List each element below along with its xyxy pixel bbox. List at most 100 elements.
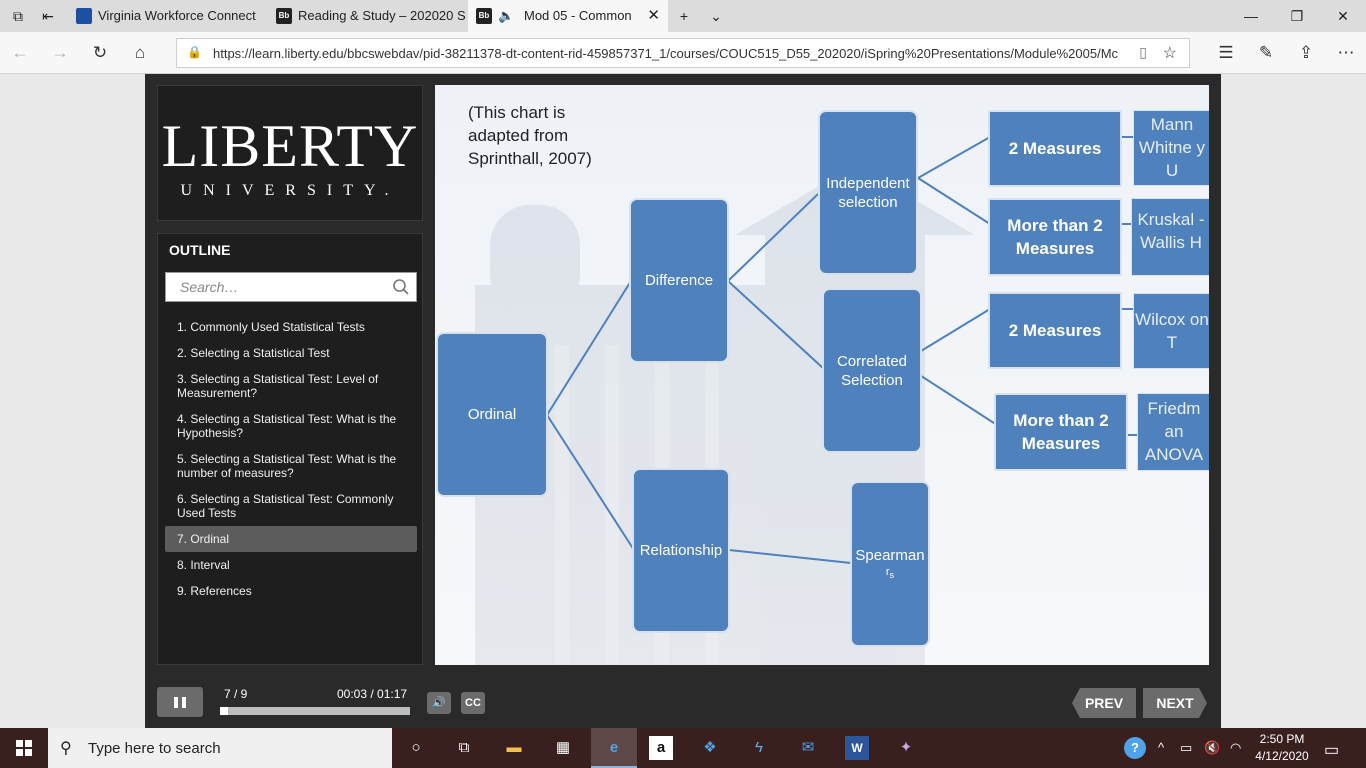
browser-tab-strip: ⧉ ⇤ Virginia Workforce Connect Bb Readin…: [0, 0, 1366, 32]
player-control-bar: 7 / 9 00:03 / 01:17 🔊 CC PREV NEXT: [145, 677, 1221, 728]
outline-search: [165, 272, 417, 302]
new-tab-icon[interactable]: +: [674, 6, 694, 26]
progress-fill: [220, 707, 228, 715]
refresh-icon[interactable]: ↻: [88, 41, 112, 65]
prev-button[interactable]: PREV: [1072, 688, 1136, 718]
outline-item-4[interactable]: 4. Selecting a Statistical Test: What is…: [165, 406, 417, 446]
node-relationship: Relationship: [632, 468, 730, 633]
closed-captions-button[interactable]: CC: [461, 692, 485, 714]
search-icon[interactable]: [392, 278, 410, 296]
clock-date: 4/12/2020: [1255, 749, 1309, 763]
taskbar-search-text: Type here to search: [88, 740, 221, 757]
speaker-icon[interactable]: 🔈: [498, 0, 514, 32]
node-independent-two-measures: 2 Measures: [988, 110, 1122, 187]
taskbar-search[interactable]: ⚲ Type here to search: [48, 728, 392, 768]
chart-source-note: (This chart is adapted from Sprinthall, …: [468, 103, 592, 168]
slide-canvas: (This chart is adapted from Sprinthall, …: [435, 85, 1209, 665]
browser-navbar: ← → ↻ ⌂ 🔒 https://learn.liberty.edu/bbcs…: [0, 32, 1366, 74]
url-text: https://learn.liberty.edu/bbcswebdav/pid…: [213, 46, 1119, 61]
page-content: LIBERTY UNIVERSITY. OUTLINE 1. Commonly …: [0, 74, 1366, 728]
mail-icon[interactable]: ✉: [796, 736, 820, 760]
outline-list: 1. Commonly Used Statistical Tests 2. Se…: [165, 314, 417, 604]
pause-icon: [174, 697, 178, 708]
slide-counter: 7 / 9: [224, 687, 248, 701]
address-bar[interactable]: 🔒 https://learn.liberty.edu/bbcswebdav/p…: [176, 38, 1190, 68]
more-icon[interactable]: ⋯: [1334, 41, 1358, 65]
outline-item-1[interactable]: 1. Commonly Used Statistical Tests: [165, 314, 417, 340]
favorite-star-icon[interactable]: ☆: [1163, 43, 1177, 63]
chevron-up-icon[interactable]: ^: [1158, 740, 1164, 755]
pen-icon[interactable]: ✎: [1254, 41, 1278, 65]
app-icon[interactable]: ϟ: [747, 736, 771, 760]
set-tabs-aside-icon[interactable]: ⇤: [38, 6, 58, 26]
edge-icon[interactable]: e: [602, 736, 626, 760]
task-view-icon[interactable]: ⧉: [452, 736, 476, 760]
university-logo: LIBERTY UNIVERSITY.: [157, 85, 423, 221]
tab-title: Virginia Workforce Connect: [98, 8, 256, 23]
start-button[interactable]: [0, 728, 48, 768]
outline-item-9[interactable]: 9. References: [165, 578, 417, 604]
pause-button[interactable]: [157, 687, 203, 717]
progress-bar[interactable]: [220, 707, 410, 715]
home-icon[interactable]: ⌂: [128, 41, 152, 65]
node-ordinal: Ordinal: [436, 332, 548, 497]
taskbar-clock[interactable]: 2:50 PM 4/12/2020: [1250, 731, 1314, 765]
word-icon[interactable]: W: [845, 736, 869, 760]
forward-icon[interactable]: →: [48, 41, 72, 65]
cortana-icon[interactable]: ○: [404, 736, 428, 760]
dropbox-icon[interactable]: ❖: [698, 736, 722, 760]
clock-time: 2:50 PM: [1259, 732, 1305, 746]
wifi-icon[interactable]: ◠: [1230, 740, 1241, 756]
leaf-friedman: Friedm an ANOVA: [1137, 393, 1209, 471]
outline-item-7[interactable]: 7. Ordinal: [165, 526, 417, 552]
amazon-icon[interactable]: a: [649, 736, 673, 760]
reading-view-icon[interactable]: ▯: [1139, 44, 1147, 61]
store-icon[interactable]: ▦: [551, 736, 575, 760]
node-difference: Difference: [629, 198, 729, 363]
blackboard-favicon: Bb: [276, 8, 292, 24]
back-icon[interactable]: ←: [8, 41, 32, 65]
paint-icon[interactable]: ✦: [894, 736, 918, 760]
outline-item-2[interactable]: 2. Selecting a Statistical Test: [165, 340, 417, 366]
tab-mod05-common[interactable]: Bb 🔈 Mod 05 - Common ✕: [468, 0, 668, 32]
favorites-list-icon[interactable]: ☰: [1214, 41, 1238, 65]
battery-icon[interactable]: ▭: [1180, 740, 1192, 756]
node-correlated-more-measures: More than 2 Measures: [994, 393, 1128, 471]
minimize-icon[interactable]: —: [1228, 0, 1274, 32]
share-icon[interactable]: ⇪: [1294, 41, 1318, 65]
outline-item-6[interactable]: 6. Selecting a Statistical Test: Commonl…: [165, 486, 417, 526]
file-explorer-icon[interactable]: ▬: [502, 736, 526, 760]
search-input[interactable]: [166, 273, 386, 301]
lock-icon: 🔒: [187, 45, 202, 59]
chevron-down-icon[interactable]: ⌄: [706, 6, 726, 26]
logo-wordmark: LIBERTY: [161, 113, 419, 179]
playback-time: 00:03 / 01:17: [337, 687, 408, 701]
tab-actions-icon[interactable]: ⧉: [8, 6, 28, 26]
close-window-icon[interactable]: ✕: [1320, 0, 1366, 32]
spearman-label: Spearman: [855, 546, 925, 564]
tab-reading-study[interactable]: Bb Reading & Study – 202020 S: [268, 0, 468, 32]
tab-title: Mod 05 - Common: [524, 8, 632, 23]
windows-taskbar: ⚲ Type here to search ○ ⧉ ▬ ▦ e a ❖ ϟ ✉ …: [0, 728, 1366, 768]
tab-virginia-workforce[interactable]: Virginia Workforce Connect: [68, 0, 268, 32]
notifications-icon[interactable]: ▭: [1324, 740, 1339, 760]
virginia-favicon: [76, 8, 92, 24]
close-icon[interactable]: ✕: [647, 0, 660, 32]
outline-item-8[interactable]: 8. Interval: [165, 552, 417, 578]
blackboard-favicon: Bb: [476, 8, 492, 24]
outline-item-3[interactable]: 3. Selecting a Statistical Test: Level o…: [165, 366, 417, 406]
leaf-mann-whitney: Mann Whitne y U: [1133, 110, 1209, 186]
leaf-wilcoxon: Wilcox on T: [1133, 293, 1209, 369]
pause-icon-bar: [182, 697, 186, 708]
restore-icon[interactable]: ❐: [1274, 0, 1320, 32]
volume-muted-icon[interactable]: 🔇: [1204, 740, 1220, 756]
outline-item-5[interactable]: 5. Selecting a Statistical Test: What is…: [165, 446, 417, 486]
node-independent-selection: Independent selection: [818, 110, 918, 275]
node-spearman: Spearman rs: [850, 481, 930, 647]
help-icon[interactable]: ?: [1124, 737, 1146, 759]
windows-icon: [16, 740, 32, 756]
volume-icon[interactable]: 🔊: [427, 692, 451, 714]
next-button[interactable]: NEXT: [1143, 688, 1207, 718]
tab-title: Reading & Study – 202020 S: [298, 8, 466, 23]
node-independent-more-measures: More than 2 Measures: [988, 198, 1122, 276]
